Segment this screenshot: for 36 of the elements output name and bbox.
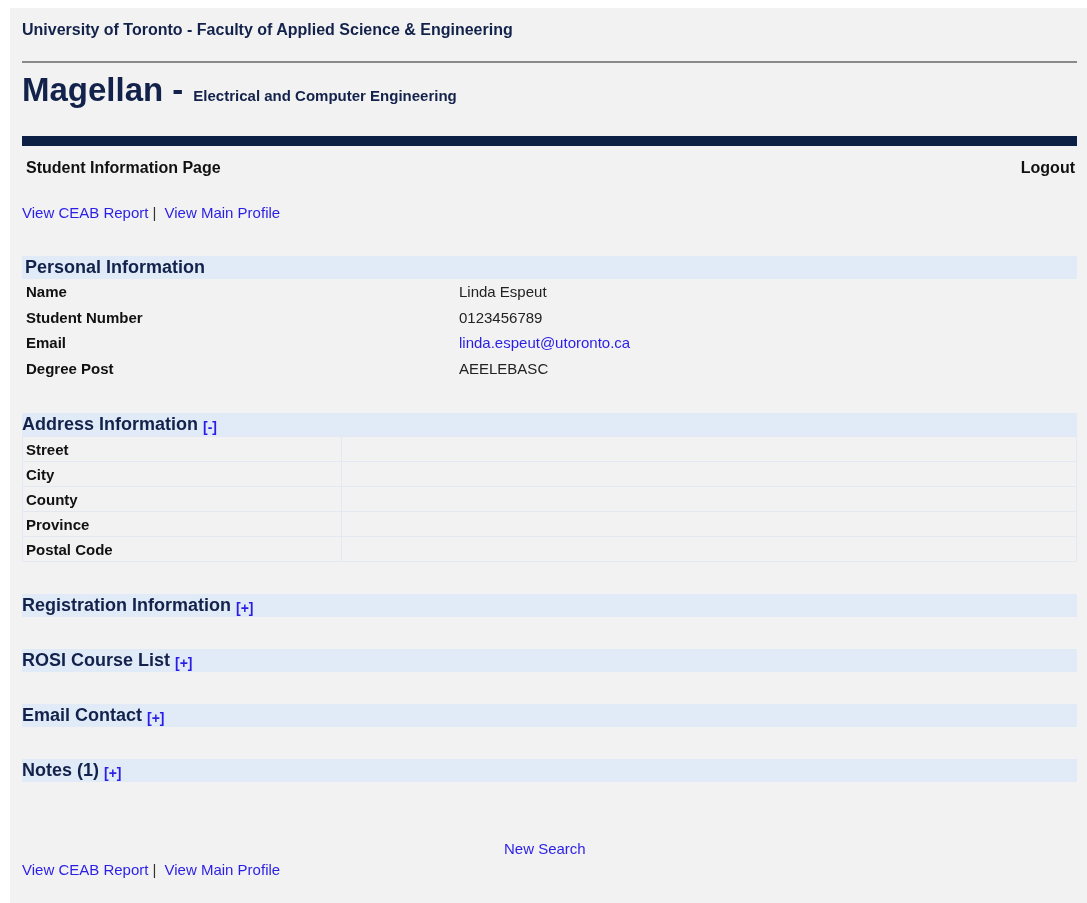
email-link[interactable]: linda.espeut@utoronto.ca — [459, 334, 631, 352]
faculty-title: University of Toronto - Faculty of Applied Science & Engineering — [22, 20, 514, 40]
nav-link[interactable]: View CEAB Report — [22, 204, 149, 221]
table-cell: County — [22, 486, 342, 512]
new-search-link[interactable]: New Search — [504, 840, 586, 857]
section-title: Address Information — [22, 414, 199, 435]
field-label: Email — [25, 334, 68, 352]
toggle-link[interactable]: [-] — [203, 418, 218, 435]
table-cell: Postal Code — [22, 536, 342, 562]
page-title: Student Information Page — [26, 159, 221, 178]
toggle-link[interactable]: [+] — [147, 709, 165, 726]
nav-link[interactable]: View CEAB Report — [22, 861, 149, 878]
toggle-link[interactable]: [+] — [236, 599, 254, 616]
section-title: ROSI Course List — [22, 650, 171, 671]
field-label: Degree Post — [25, 359, 115, 377]
nav-link[interactable]: View Main Profile — [164, 861, 281, 878]
field-label: Name — [25, 283, 68, 301]
field-value: 0123456789 — [459, 308, 543, 326]
section-title: Personal Information — [24, 257, 206, 278]
toggle-link[interactable]: [+] — [104, 764, 122, 781]
section-title: Registration Information — [22, 595, 231, 616]
table-cell: City — [22, 461, 342, 487]
section-title: Notes (1) — [22, 760, 99, 781]
app-title: Magellan - — [22, 71, 184, 109]
field-value: AEELEBASC — [459, 359, 549, 377]
table-cell: Street — [22, 436, 342, 462]
link-separator: | — [152, 204, 157, 221]
field-label: Student Number — [25, 308, 144, 326]
toggle-link[interactable]: [+] — [175, 654, 193, 671]
link-separator: | — [152, 861, 157, 878]
section-title: Email Contact — [22, 705, 143, 726]
logout-link[interactable]: Logout — [1020, 159, 1075, 179]
table-cell: Province — [22, 511, 342, 537]
department-title: Electrical and Computer Engineering — [193, 87, 457, 104]
nav-link[interactable]: View Main Profile — [164, 204, 281, 221]
field-value: Linda Espeut — [459, 283, 547, 301]
